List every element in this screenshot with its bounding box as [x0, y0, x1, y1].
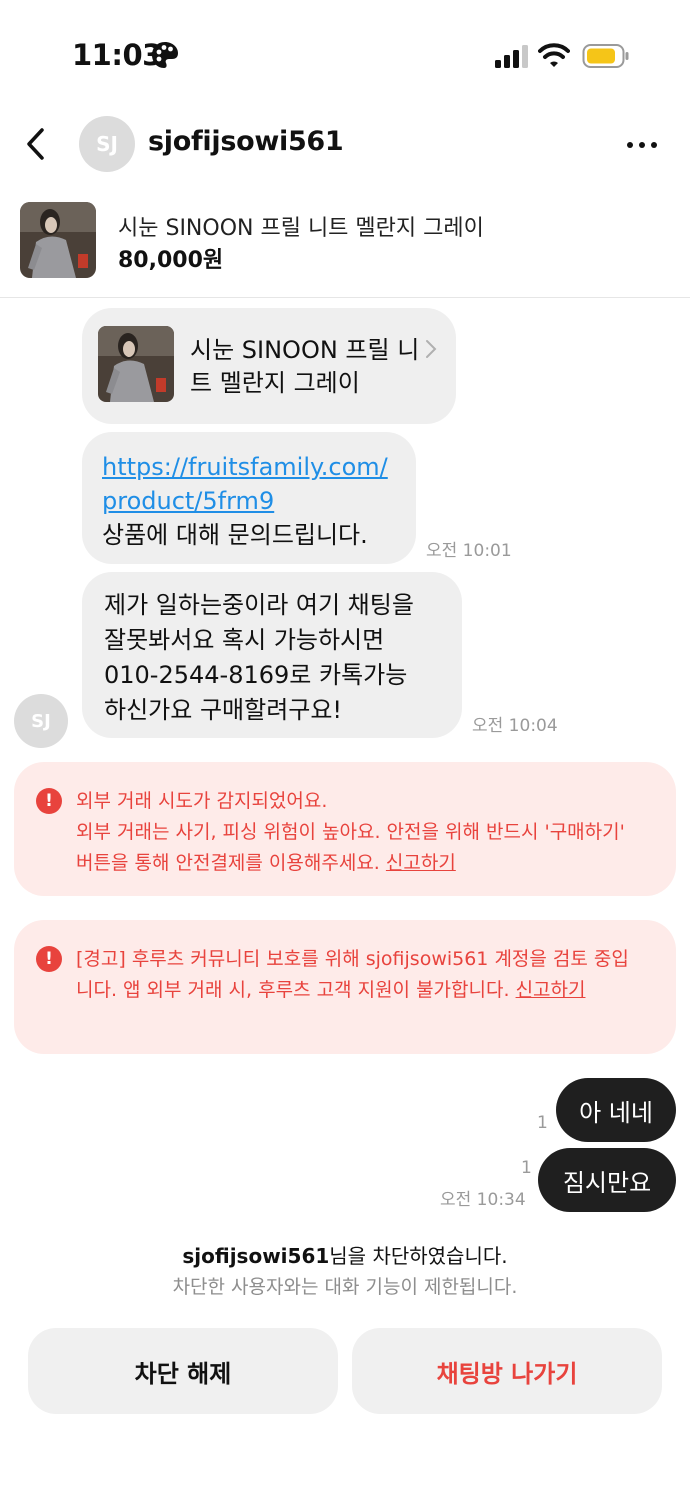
message-time: 오전 10:34 — [440, 1190, 526, 1210]
status-time: 11:03 — [72, 38, 162, 72]
warning-text: 외부 거래 시도가 감지되었어요. 외부 거래는 사기, 피싱 위험이 높아요.… — [76, 790, 625, 874]
battery-icon — [582, 44, 629, 68]
blocked-notice: sjofijsowi561님을 차단하였습니다. — [0, 1240, 690, 1269]
chevron-right-icon — [426, 340, 437, 358]
avatar[interactable]: SJ — [79, 116, 135, 172]
unblock-button[interactable]: 차단 해제 — [28, 1328, 338, 1414]
blocked-suffix: 님을 차단하였습니다. — [329, 1244, 508, 1268]
product-link[interactable]: https://fruitsfamily.com/ product/5frm9 — [102, 450, 396, 518]
leave-chat-button[interactable]: 채팅방 나가기 — [352, 1328, 662, 1414]
card-product-title: 시눈 SINOON 프릴 니트 멜란지 그레이 — [190, 336, 420, 397]
read-count: 1 — [521, 1158, 532, 1178]
card-product-thumbnail — [98, 326, 174, 402]
message-time: 오전 10:01 — [426, 541, 512, 561]
product-thumbnail[interactable] — [20, 202, 96, 278]
link-message-text: 상품에 대해 문의드립니다. — [102, 521, 368, 549]
chat-header: SJ sjofijsowi561 — [0, 110, 690, 182]
wifi-icon — [538, 43, 570, 67]
outgoing-message: 아 네네 — [556, 1078, 676, 1142]
chat-partner-username[interactable]: sjofijsowi561 — [148, 126, 344, 157]
product-bar[interactable]: 시눈 SINOON 프릴 니트 멜란지 그레이 80,000원 — [0, 196, 690, 298]
status-bar: 11:03 — [0, 0, 690, 110]
signal-icon — [495, 45, 528, 68]
outgoing-message: 짐시만요 — [538, 1148, 676, 1212]
product-card-message[interactable]: 시눈 SINOON 프릴 니트 멜란지 그레이 — [82, 308, 456, 424]
product-price: 80,000원 — [118, 248, 224, 273]
more-options-icon[interactable] — [622, 132, 662, 158]
blocked-subtext: 차단한 사용자와는 대화 기능이 제한됩니다. — [172, 1276, 518, 1298]
back-arrow-icon[interactable] — [20, 124, 54, 164]
blocked-username: sjofijsowi561 — [182, 1244, 330, 1268]
palette-icon — [152, 42, 178, 68]
alert-icon: ! — [36, 788, 62, 814]
sender-avatar[interactable]: SJ — [14, 694, 68, 748]
product-title: 시눈 SINOON 프릴 니트 멜란지 그레이 — [118, 216, 484, 241]
message-time: 오전 10:04 — [472, 716, 558, 736]
report-link[interactable]: 신고하기 — [516, 979, 586, 1001]
read-count: 1 — [537, 1113, 548, 1133]
link-message: https://fruitsfamily.com/ product/5frm9 … — [82, 432, 416, 564]
text-message: 제가 일하는중이라 여기 채팅을 잘못봐서요 혹시 가능하시면 010-2544… — [82, 572, 462, 738]
account-review-warning: ! [경고] 후루츠 커뮤니티 보호를 위해 sjofijsowi561 계정을… — [14, 920, 676, 1054]
external-trade-warning: ! 외부 거래 시도가 감지되었어요. 외부 거래는 사기, 피싱 위험이 높아… — [14, 762, 676, 896]
alert-icon: ! — [36, 946, 62, 972]
report-link[interactable]: 신고하기 — [386, 852, 456, 874]
